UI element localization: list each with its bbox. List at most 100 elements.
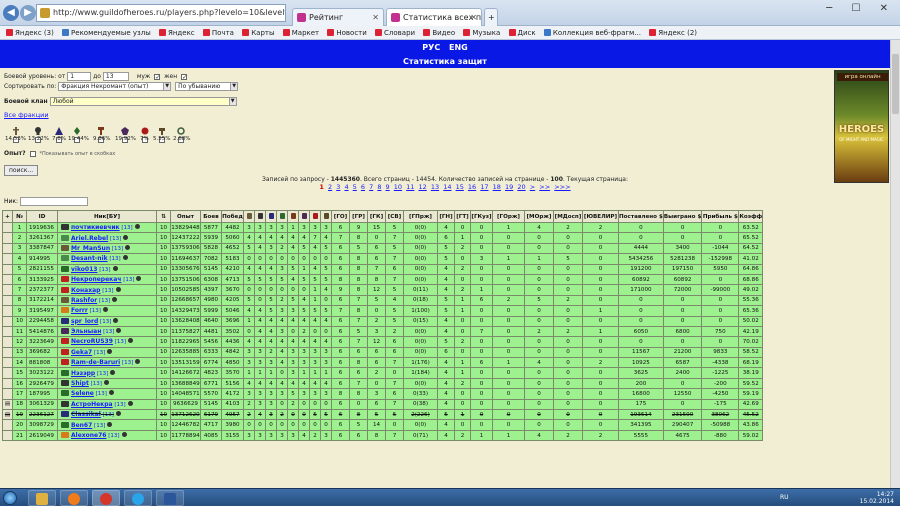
taskbar-app-media[interactable] — [60, 490, 88, 506]
row-marker[interactable] — [2, 419, 13, 431]
player-name-link[interactable]: Нэзэрр — [71, 370, 95, 377]
inventory-icon[interactable] — [134, 224, 140, 230]
elf-icon[interactable] — [73, 120, 81, 135]
inventory-icon[interactable] — [108, 390, 114, 396]
clan-flag-icon[interactable] — [61, 400, 69, 407]
clan-select[interactable]: Любой — [49, 97, 230, 106]
clan-flag-icon[interactable] — [61, 276, 69, 283]
row-marker[interactable]: ▤ — [2, 398, 13, 411]
bookmark[interactable]: Рекомендуемые узлы — [62, 26, 151, 39]
column-header[interactable]: [ГПрж] — [403, 210, 438, 223]
clan-flag-icon[interactable] — [61, 328, 69, 335]
page-link[interactable]: 8 — [377, 183, 381, 191]
inventory-icon[interactable] — [112, 265, 118, 271]
page-link[interactable]: 3 — [336, 183, 340, 191]
faction-column-header[interactable] — [287, 210, 299, 223]
column-header[interactable]: [ГН] — [437, 210, 455, 223]
inventory-icon[interactable] — [110, 369, 116, 375]
clan-flag-icon[interactable] — [61, 265, 69, 272]
row-marker[interactable] — [2, 377, 13, 390]
inventory-icon[interactable] — [127, 338, 133, 344]
inventory-icon[interactable] — [125, 244, 131, 250]
player-name-link[interactable]: АстроНекра — [71, 401, 113, 408]
clan-flag-icon[interactable] — [61, 421, 69, 428]
page-link[interactable]: 16 — [468, 183, 476, 191]
tab-2[interactable]: Статистика всех персонаж... ✕ — [386, 8, 482, 26]
row-marker[interactable] — [2, 242, 13, 255]
page-link[interactable]: 5 — [353, 183, 357, 191]
column-header[interactable]: Опыт — [170, 210, 201, 223]
row-marker[interactable] — [2, 367, 13, 379]
taskbar-app-browser[interactable] — [92, 490, 120, 506]
inventory-icon[interactable] — [103, 380, 109, 386]
close-icon[interactable]: ✕ — [372, 9, 379, 26]
clan-flag-icon[interactable] — [61, 369, 69, 376]
forward-icon[interactable]: ▶ — [20, 5, 36, 21]
player-name-link[interactable]: почтикиевчик — [71, 224, 120, 231]
tribal-icon[interactable] — [177, 120, 185, 135]
player-name-link[interactable]: Alexone76 — [71, 432, 106, 439]
sort-column-header[interactable]: ⇅ — [156, 210, 171, 223]
row-marker[interactable] — [2, 284, 13, 296]
column-header[interactable]: Боев — [200, 210, 222, 223]
page-link[interactable]: 19 — [505, 183, 513, 191]
lang-ru-link[interactable]: РУС — [422, 43, 440, 52]
wizard-icon[interactable] — [55, 120, 63, 135]
page-link[interactable]: 6 — [361, 183, 365, 191]
column-header[interactable]: [ГТ] — [454, 210, 471, 223]
column-header[interactable]: ID — [26, 210, 58, 223]
faction-column-header[interactable] — [254, 210, 266, 223]
player-name-link[interactable]: Mr_ManSun — [71, 245, 110, 252]
row-marker[interactable] — [2, 253, 13, 265]
player-name-link[interactable]: NecroRUS39 — [71, 338, 113, 345]
row-marker[interactable] — [2, 336, 13, 348]
inventory-icon[interactable] — [115, 286, 121, 292]
clan-flag-icon[interactable] — [61, 307, 69, 314]
row-marker[interactable] — [2, 388, 13, 400]
scrollbar-thumb[interactable] — [892, 54, 899, 114]
system-clock[interactable]: 14:27 15.02.2014 — [860, 491, 894, 505]
faction-column-header[interactable] — [298, 210, 310, 223]
page-link[interactable]: 13 — [431, 183, 439, 191]
player-name-link[interactable]: Shipt — [71, 380, 89, 387]
player-name-link[interactable]: Эльныан — [71, 328, 101, 335]
player-name-link[interactable]: Forrr — [71, 307, 88, 314]
page-link[interactable]: 20 — [517, 183, 525, 191]
page-link[interactable]: 10 — [394, 183, 402, 191]
page-link[interactable]: 4 — [344, 183, 348, 191]
faction-column-header[interactable] — [265, 210, 277, 223]
clan-flag-icon[interactable] — [61, 359, 69, 366]
row-marker[interactable] — [2, 305, 13, 317]
player-name-link[interactable]: Ariel.Rebel — [71, 235, 108, 242]
game-ad-banner[interactable]: игра онлайн HEROES OF MIGHT AND MAGIC — [834, 70, 889, 183]
page-link[interactable]: 11 — [406, 183, 414, 191]
inventory-icon[interactable] — [136, 276, 142, 282]
clan-flag-icon[interactable] — [61, 390, 69, 397]
bookmark[interactable]: Яндекс (2) — [649, 26, 697, 39]
bookmark[interactable]: Диск — [508, 26, 536, 39]
inventory-icon[interactable] — [123, 234, 129, 240]
page-link[interactable]: 9 — [386, 183, 390, 191]
bookmark[interactable]: Маркет — [282, 26, 319, 39]
inventory-icon[interactable] — [121, 432, 127, 437]
column-header[interactable]: [ГОрж] — [492, 210, 525, 223]
page-link[interactable]: 1 — [319, 183, 324, 191]
row-marker[interactable] — [2, 429, 13, 442]
player-name-link[interactable]: Ram-de-Baruri — [71, 359, 120, 366]
darkelf-icon[interactable] — [121, 120, 129, 135]
sort-select[interactable]: Фракция Некромант (опыт) — [58, 82, 165, 91]
clan-flag-icon[interactable] — [61, 255, 69, 262]
all-factions-link[interactable]: Все фракции — [4, 111, 49, 119]
tab-1[interactable]: Рейтинг ✕ — [292, 8, 384, 26]
clan-flag-icon[interactable] — [61, 432, 69, 438]
row-marker[interactable] — [2, 221, 13, 234]
bookmark[interactable]: Яндекс — [158, 26, 195, 39]
inventory-icon[interactable] — [113, 317, 119, 323]
taskbar-app-word[interactable] — [156, 490, 184, 506]
row-marker[interactable] — [2, 294, 13, 307]
inventory-icon[interactable] — [116, 328, 122, 334]
search-button[interactable]: поиск... — [4, 165, 39, 176]
clan-flag-icon[interactable] — [61, 296, 69, 303]
inventory-icon[interactable] — [107, 348, 113, 354]
clan-flag-icon[interactable] — [61, 348, 69, 355]
